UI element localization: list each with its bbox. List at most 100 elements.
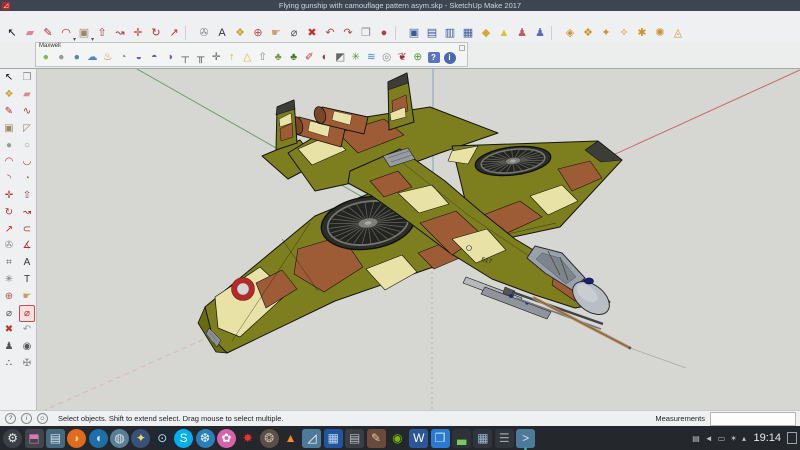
steam-icon[interactable]: ⊙	[153, 429, 172, 448]
text-tool[interactable]: A	[213, 25, 231, 41]
maxwell-multilight-icon[interactable]: ◔	[116, 50, 132, 65]
print-button[interactable]: ❐	[357, 25, 375, 41]
maxwell-volumetric-icon[interactable]: ◎	[379, 50, 395, 65]
red-figure-button[interactable]: ♟	[513, 25, 531, 41]
zoom-extents-tool[interactable]: ✖	[303, 25, 321, 41]
settings-app-icon[interactable]: ☰	[495, 429, 514, 448]
gimp-icon[interactable]: ❂	[260, 429, 279, 448]
axes-tool[interactable]: ✳	[1, 272, 17, 289]
taskbar-clock[interactable]: 19:14	[753, 432, 781, 444]
aircraft-model[interactable]: 617	[198, 73, 686, 368]
zoom-window-tool[interactable]: ⌀	[19, 305, 35, 322]
display-tray-icon[interactable]: ▭	[718, 434, 726, 443]
pan-tool[interactable]: ☛	[19, 288, 35, 305]
virtualbox-icon[interactable]: ▦	[324, 429, 343, 448]
select-tool[interactable]: ↖	[1, 70, 17, 87]
maxwell-sea-icon[interactable]: ≋	[364, 50, 380, 65]
rectangle-tool[interactable]: ▣	[1, 120, 17, 137]
maxwell-up-light-icon[interactable]: ↑	[224, 50, 240, 65]
line-tool[interactable]: ✎	[39, 25, 57, 41]
chromium-icon[interactable]: ◍	[110, 429, 129, 448]
look-around-tool[interactable]: ◉	[19, 339, 35, 356]
maxwell-spot-light-icon[interactable]: ┬	[178, 50, 194, 65]
maxwell-cone-light-icon[interactable]: △	[240, 50, 256, 65]
rotate-tool[interactable]: ↻	[147, 25, 165, 41]
maxwell-bush-icon[interactable]: ♣	[286, 50, 302, 65]
line-tool[interactable]: ✎	[1, 104, 17, 121]
maxwell-cloud-icon[interactable]: ☁	[85, 50, 101, 65]
protractor-tool[interactable]: ∡	[19, 238, 35, 255]
maxwell-scatter-icon[interactable]: ❦	[395, 50, 411, 65]
walk-tool[interactable]: ∴	[1, 356, 17, 373]
model-info-button[interactable]: ●	[375, 25, 393, 41]
thunderbird-icon[interactable]: ✦	[131, 429, 150, 448]
paint-app-icon[interactable]: ✸	[238, 429, 257, 448]
instructor-icon[interactable]: i	[21, 413, 32, 424]
terminal-icon[interactable]: >	[516, 429, 535, 448]
context-icon[interactable]: ☺	[37, 413, 48, 424]
circle-tool[interactable]: ●	[1, 137, 17, 154]
3d-text-tool[interactable]: T	[19, 272, 35, 289]
pie-tool[interactable]: ◔	[19, 171, 35, 188]
zoom-tool[interactable]: ⌀	[1, 305, 17, 322]
maxwell-terrain-icon[interactable]: ⊕	[410, 50, 426, 65]
previous-view-button[interactable]: ↶	[321, 25, 339, 41]
stamp-tool[interactable]: ✧	[615, 25, 633, 41]
volume-tray-icon[interactable]: ◄	[705, 434, 713, 443]
firefox-icon[interactable]: ◗	[67, 429, 86, 448]
followme-tool[interactable]: ↝	[19, 204, 35, 221]
text-tool[interactable]: A	[19, 255, 35, 272]
arc-tool[interactable]: ◠	[1, 154, 17, 171]
make-component-tool[interactable]: ❒	[19, 70, 35, 87]
show-desktop-button[interactable]	[787, 432, 797, 444]
maxwell-camera-icon[interactable]: ◩	[333, 50, 349, 65]
orbit-tool[interactable]: ⊕	[249, 25, 267, 41]
maxwell-omni-light-icon[interactable]: ✛	[209, 50, 225, 65]
software-store-icon[interactable]: ❒	[431, 429, 450, 448]
section-plane-tool[interactable]: ✠	[19, 356, 35, 373]
sandbox-from-contours-tool[interactable]: ◈	[561, 25, 579, 41]
maxwell-scene-icon[interactable]: ●	[69, 50, 85, 65]
zoom-tool[interactable]: ⌀	[285, 25, 303, 41]
network-tray-icon[interactable]: ✶	[730, 434, 737, 443]
document-viewer-icon[interactable]: ▤	[345, 429, 364, 448]
maxwell-area-light-icon[interactable]: ╥	[193, 50, 209, 65]
help-icon[interactable]: ?	[5, 413, 16, 424]
pushpull-tool[interactable]: ⇧	[19, 188, 35, 205]
eraser-tool[interactable]: ▰	[19, 87, 35, 104]
maxwell-picker-icon[interactable]: ✐	[302, 50, 318, 65]
move-tool[interactable]: ✛	[1, 188, 17, 205]
flip-edge-tool[interactable]: ◬	[669, 25, 687, 41]
maxwell-render-gray-icon[interactable]: ●	[54, 50, 70, 65]
maxwell-ies-light-icon[interactable]: ⇧	[255, 50, 271, 65]
maxwell-toolbar-handle[interactable]	[459, 45, 465, 51]
drawing-canvas[interactable]: 617	[37, 69, 800, 410]
edge-icon[interactable]: ◖	[89, 429, 108, 448]
sandbox-from-scratch-tool[interactable]: ❖	[579, 25, 597, 41]
tape-measure-tool[interactable]: ✇	[1, 238, 17, 255]
pan-tool[interactable]: ☛	[267, 25, 285, 41]
window-titlebar[interactable]: ◿ Flying gunship with camouflage pattern…	[0, 0, 800, 11]
drape-tool[interactable]: ✱	[633, 25, 651, 41]
pink-app-icon[interactable]: ✿	[217, 429, 236, 448]
three-point-arc-tool[interactable]: ◝	[1, 171, 17, 188]
model-viewport[interactable]: 617	[37, 69, 800, 410]
desktop-icon[interactable]: ▤	[46, 429, 65, 448]
tray-expander-icon[interactable]: ▴	[742, 434, 746, 443]
scale-tool[interactable]: ↗	[165, 25, 183, 41]
maxwell-material-info-icon[interactable]: ◑	[162, 50, 178, 65]
paint-bucket-tool[interactable]: ❖	[231, 25, 249, 41]
maxwell-fire-icon[interactable]: ♨	[100, 50, 116, 65]
face-style-xray-button[interactable]: ▣	[405, 25, 423, 41]
tape-measure-tool[interactable]: ✇	[195, 25, 213, 41]
zoom-extents-tool[interactable]: ✖	[1, 322, 17, 339]
maxwell-grass-icon[interactable]: ✳	[348, 50, 364, 65]
blue-figure-button[interactable]: ♟	[531, 25, 549, 41]
calculator-icon[interactable]: ▦	[473, 429, 492, 448]
scale-tool[interactable]: ↗	[1, 221, 17, 238]
add-detail-tool[interactable]: ✺	[651, 25, 669, 41]
word-icon[interactable]: W	[409, 429, 428, 448]
face-style-wireframe-button[interactable]: ▤	[423, 25, 441, 41]
select-tool[interactable]: ↖	[3, 25, 21, 41]
graphics-app-icon[interactable]: ✎	[367, 429, 386, 448]
